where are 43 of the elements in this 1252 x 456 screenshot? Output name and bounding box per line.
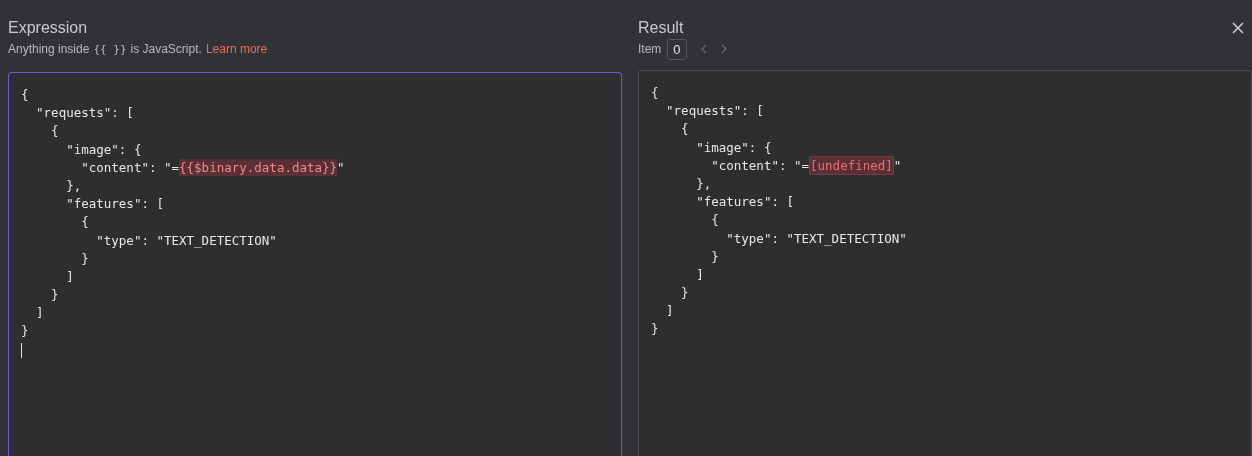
text-cursor xyxy=(21,342,22,358)
result-token: [undefined] xyxy=(809,155,894,175)
expression-editor[interactable]: { "requests": [ { "image": { "content": "={{$binary.data.data}}" }, "features": [ { "type": "TEXT_DETECTION" } ] } ] } xyxy=(8,72,622,456)
code-line: { xyxy=(21,86,30,104)
chevron-right-icon[interactable] xyxy=(720,44,727,54)
learn-more-link[interactable]: Learn more xyxy=(205,42,268,56)
code-line: ] xyxy=(695,265,705,284)
code-line: } xyxy=(651,320,660,339)
code-line: } xyxy=(680,284,690,303)
item-index-field[interactable]: 0 xyxy=(667,38,687,60)
code-line: { xyxy=(80,213,90,232)
code-line: ] xyxy=(665,302,675,321)
code-line: }, xyxy=(695,174,713,193)
code-line: "features": [ xyxy=(695,193,795,212)
hint-text: Anything inside {{ }} is JavaScript. Learn more xyxy=(8,41,269,58)
code-line: ] xyxy=(35,304,45,323)
code-text: "content": "= xyxy=(710,157,810,173)
code-line: "type": "TEXT_DETECTION" xyxy=(95,231,278,250)
code-text: " xyxy=(893,157,902,173)
chevron-left-icon[interactable] xyxy=(700,44,707,54)
code-line: "image": { xyxy=(695,138,773,157)
code-line: { xyxy=(710,211,720,230)
code-line: { xyxy=(50,122,60,141)
code-line: "requests": [ xyxy=(35,104,135,123)
code-line: "type": "TEXT_DETECTION" xyxy=(725,229,908,248)
code-line: } xyxy=(21,322,30,341)
item-label: Item xyxy=(638,42,662,56)
code-line: "requests": [ xyxy=(665,102,765,121)
code-line: }, xyxy=(65,176,83,195)
panel-title: Result xyxy=(638,18,684,38)
code-line: { xyxy=(651,84,660,102)
code-line: { xyxy=(680,120,690,139)
code-line: } xyxy=(710,247,720,266)
code-line: } xyxy=(50,286,60,305)
expression-token: {{$binary.data.data}} xyxy=(179,158,338,176)
panel-title: Expression xyxy=(8,18,89,38)
code-text: "content": "= xyxy=(80,159,180,175)
code-line: ] xyxy=(65,267,75,286)
code-line: } xyxy=(80,249,90,268)
code-line: "image": { xyxy=(65,140,143,159)
close-icon[interactable] xyxy=(1232,22,1244,34)
code-line: "features": [ xyxy=(65,195,165,214)
code-text: " xyxy=(337,159,345,175)
